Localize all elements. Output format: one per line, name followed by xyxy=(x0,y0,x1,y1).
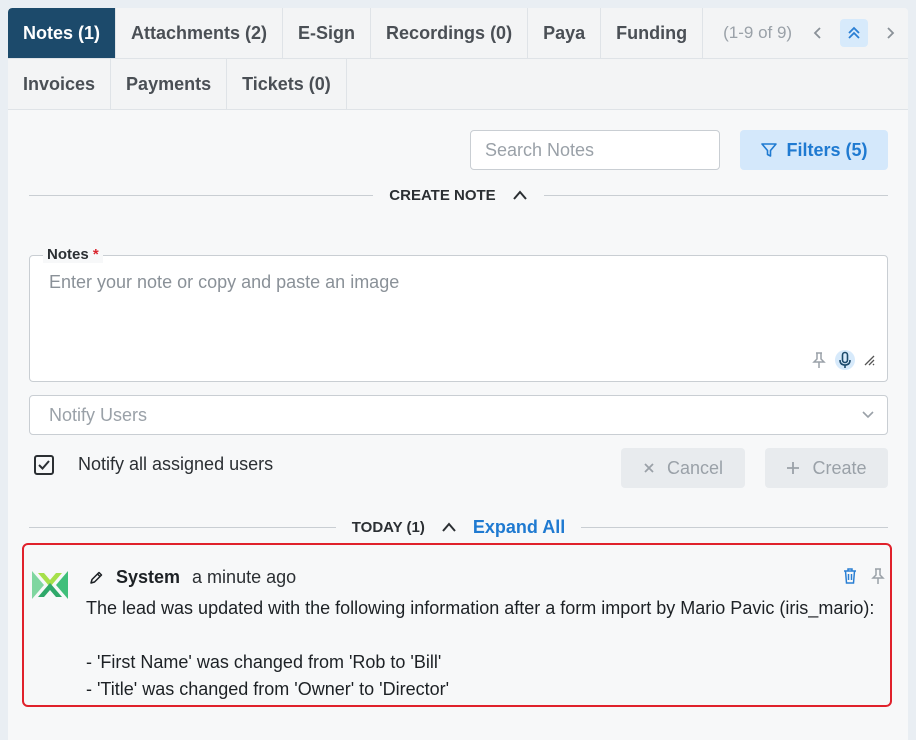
note-timestamp: a minute ago xyxy=(192,567,297,587)
note-line xyxy=(86,622,886,649)
tab-invoices[interactable]: Invoices xyxy=(8,59,112,109)
filters-label: Filters (5) xyxy=(786,139,868,160)
pin-icon[interactable] xyxy=(870,567,886,585)
note-header: System a minute ago xyxy=(88,567,296,588)
notify-users-placeholder: Notify Users xyxy=(49,404,148,425)
expand-all-link[interactable]: Expand All xyxy=(473,517,565,538)
prev-page-button[interactable] xyxy=(804,19,832,47)
tab-bar-primary: Notes (1) Attachments (2) E-Sign Recordi… xyxy=(8,8,908,59)
tab-notes[interactable]: Notes (1) xyxy=(8,8,117,58)
note-line: - 'First Name' was changed from 'Rob to … xyxy=(86,652,442,672)
notify-all-row: Notify all assigned users xyxy=(34,454,273,475)
pencil-icon xyxy=(90,571,103,584)
divider-line xyxy=(29,194,374,196)
create-button[interactable]: Create xyxy=(765,448,888,488)
note-item: System a minute ago The lead was updated… xyxy=(22,543,892,707)
collapse-tabs-button[interactable] xyxy=(840,19,869,47)
resize-handle-icon[interactable] xyxy=(863,354,875,366)
tab-funding[interactable]: Funding xyxy=(601,8,704,58)
notify-all-checkbox[interactable] xyxy=(34,454,54,475)
divider-line xyxy=(543,194,888,196)
chevron-up-icon xyxy=(512,190,527,200)
chevron-down-icon xyxy=(862,411,874,419)
tab-pager: (1-9 of 9) xyxy=(703,8,904,58)
required-mark: * xyxy=(92,246,99,263)
notes-panel: Notes (1) Attachments (2) E-Sign Recordi… xyxy=(8,8,908,740)
chevron-up-icon[interactable] xyxy=(441,521,457,533)
double-chevron-up-icon xyxy=(848,26,860,39)
notify-all-label: Notify all assigned users xyxy=(78,454,274,474)
note-author: System xyxy=(116,567,181,587)
notes-field: Notes * xyxy=(29,246,888,382)
note-actions xyxy=(842,567,886,585)
cancel-button[interactable]: Cancel xyxy=(621,448,745,488)
notify-users-select[interactable]: Notify Users xyxy=(29,395,888,435)
tab-recordings[interactable]: Recordings (0) xyxy=(371,8,529,58)
today-divider: TODAY (1) Expand All xyxy=(29,515,889,539)
chevron-right-icon xyxy=(887,27,895,39)
divider-line xyxy=(29,526,336,528)
tab-paya[interactable]: Paya xyxy=(528,8,602,58)
create-note-toggle[interactable]: CREATE NOTE xyxy=(373,187,543,204)
microphone-icon[interactable] xyxy=(835,349,855,371)
create-label: Create xyxy=(812,457,867,478)
trash-icon[interactable] xyxy=(842,567,858,585)
cancel-label: Cancel xyxy=(666,457,724,478)
note-body: The lead was updated with the following … xyxy=(86,595,886,703)
tab-attachments[interactable]: Attachments (2) xyxy=(116,8,284,58)
today-group-header: TODAY (1) Expand All xyxy=(336,517,581,538)
system-logo-avatar xyxy=(32,571,68,599)
notes-label-text: Notes xyxy=(47,246,89,263)
chevron-left-icon xyxy=(813,27,821,39)
next-page-button[interactable] xyxy=(876,19,904,47)
tab-bar-secondary: Invoices Payments Tickets (0) xyxy=(8,59,908,110)
close-icon xyxy=(644,463,654,473)
note-line: The lead was updated with the following … xyxy=(86,598,875,618)
create-note-divider: CREATE NOTE xyxy=(29,183,888,207)
notes-field-tools xyxy=(811,349,875,371)
create-note-label: CREATE NOTE xyxy=(389,186,496,204)
note-line: - 'Title' was changed from 'Owner' to 'D… xyxy=(86,679,450,699)
plus-icon xyxy=(787,462,800,474)
divider-line xyxy=(581,526,889,528)
tab-e-sign[interactable]: E-Sign xyxy=(283,8,372,58)
pager-count: (1-9 of 9) xyxy=(723,23,793,42)
search-input[interactable] xyxy=(485,139,717,161)
notes-field-label: Notes * xyxy=(43,246,103,263)
search-notes xyxy=(470,130,720,170)
tab-payments[interactable]: Payments xyxy=(111,59,228,109)
notes-textarea[interactable] xyxy=(49,272,829,352)
checkmark-icon xyxy=(38,459,50,470)
tab-tickets[interactable]: Tickets (0) xyxy=(227,59,347,109)
filter-icon xyxy=(761,143,778,157)
pin-icon[interactable] xyxy=(811,351,827,369)
today-label: TODAY (1) xyxy=(351,518,425,536)
filters-button[interactable]: Filters (5) xyxy=(740,130,888,170)
